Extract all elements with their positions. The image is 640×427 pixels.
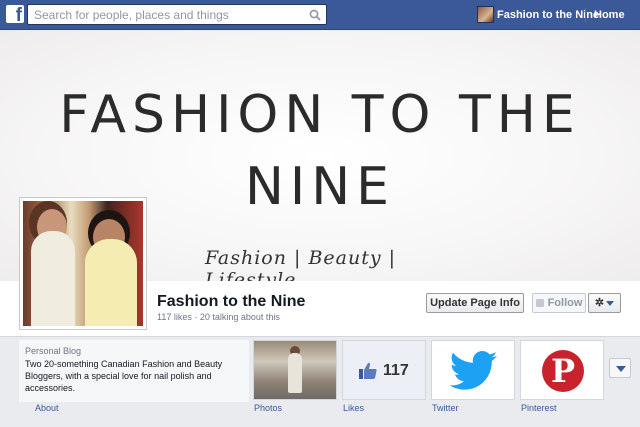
thumbs-up-icon <box>359 362 377 379</box>
page-stats: 117 likes · 20 talking about this <box>157 312 280 322</box>
photos-label[interactable]: Photos <box>254 403 282 413</box>
facebook-logo-icon[interactable]: f <box>6 5 24 25</box>
pinterest-app[interactable]: P <box>520 340 604 400</box>
pinterest-logo-icon: P <box>542 350 584 392</box>
search-placeholder: Search for people, places and things <box>34 8 229 22</box>
avatar <box>477 6 494 23</box>
profile-picture[interactable] <box>19 197 147 330</box>
more-apps-button[interactable] <box>609 358 631 378</box>
twitter-app[interactable] <box>431 340 515 400</box>
about-link[interactable]: About <box>35 403 59 413</box>
likes-label[interactable]: Likes <box>343 403 364 413</box>
photos-thumbnail <box>254 341 336 399</box>
rss-icon <box>535 299 544 308</box>
update-page-info-button[interactable]: Update Page Info <box>426 293 524 313</box>
pinterest-label[interactable]: Pinterest <box>521 403 557 413</box>
follow-label: Follow <box>547 297 583 309</box>
gear-icon: ✲ <box>594 297 605 309</box>
search-icon[interactable] <box>309 9 321 21</box>
chevron-down-icon <box>616 366 626 372</box>
cover-title-line1: FASHION TO THE <box>59 85 581 145</box>
settings-menu-button[interactable]: ✲ <box>588 293 621 313</box>
about-section[interactable]: Personal Blog Two 20-something Canadian … <box>19 340 249 402</box>
top-nav-bar: f Search for people, places and things F… <box>0 0 640 30</box>
likes-app[interactable]: 117 <box>342 340 426 400</box>
photos-app[interactable] <box>253 340 337 400</box>
nav-divider <box>585 8 586 22</box>
twitter-label[interactable]: Twitter <box>432 403 459 413</box>
page-title[interactable]: Fashion to the Nine <box>157 293 305 311</box>
follow-button[interactable]: Follow <box>532 293 586 313</box>
twitter-bird-icon <box>450 351 498 390</box>
chevron-down-icon <box>606 300 615 306</box>
about-description: Two 20-something Canadian Fashion and Be… <box>25 359 223 393</box>
user-name: Fashion to the Nine <box>497 9 600 21</box>
home-link[interactable]: Home <box>594 9 625 21</box>
search-input[interactable]: Search for people, places and things <box>27 4 327 25</box>
page-category: Personal Blog <box>25 346 82 356</box>
profile-photo <box>23 201 143 326</box>
likes-count: 117 <box>383 362 409 379</box>
